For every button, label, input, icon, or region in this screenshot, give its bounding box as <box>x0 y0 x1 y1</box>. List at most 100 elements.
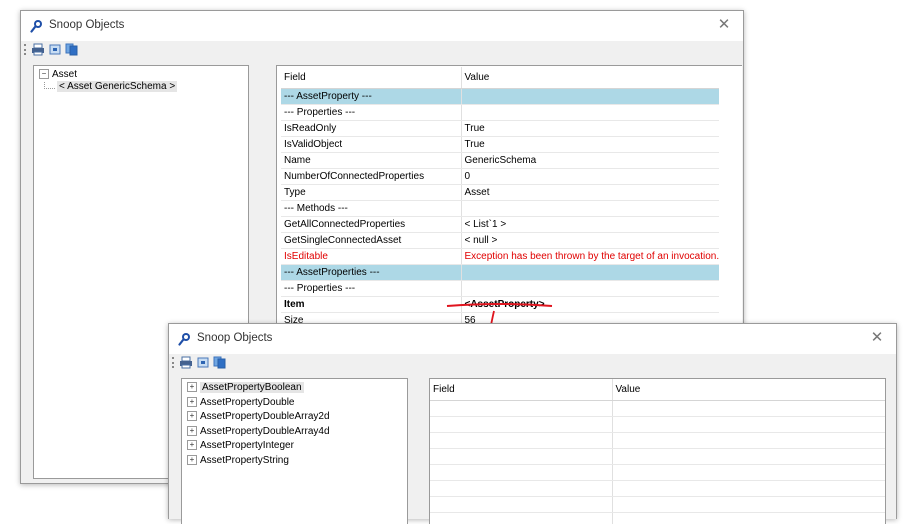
table-row[interactable]: --- Properties --- <box>281 105 719 121</box>
empty-table-row <box>430 481 885 497</box>
object-tree[interactable]: +AssetPropertyBoolean+AssetPropertyDoubl… <box>181 378 408 524</box>
snoop-app-icon <box>30 19 44 33</box>
field-cell: IsReadOnly <box>281 121 461 137</box>
field-cell <box>430 497 612 513</box>
field-cell <box>430 433 612 449</box>
value-cell: True <box>461 137 719 153</box>
toolbar <box>169 354 896 372</box>
tree-node-label: AssetPropertyDouble <box>200 397 295 408</box>
empty-table-row <box>430 433 885 449</box>
value-cell <box>612 433 885 449</box>
tree-node[interactable]: +AssetPropertyDoubleArray2d <box>187 411 330 423</box>
field-cell: --- Methods --- <box>281 201 461 217</box>
window-title: Snoop Objects <box>49 19 124 31</box>
value-cell <box>612 481 885 497</box>
empty-table-row <box>430 465 885 481</box>
field-cell: --- Properties --- <box>281 105 461 121</box>
field-cell <box>430 417 612 433</box>
field-cell: Name <box>281 153 461 169</box>
table-row[interactable]: --- Properties --- <box>281 281 719 297</box>
tree-node[interactable]: +AssetPropertyBoolean <box>187 382 304 394</box>
field-cell: GetAllConnectedProperties <box>281 217 461 233</box>
value-column-header[interactable]: Value <box>461 67 719 89</box>
grid-header-row: Field Value <box>430 379 885 401</box>
table-row[interactable]: IsValidObjectTrue <box>281 137 719 153</box>
field-cell: --- AssetProperty --- <box>281 89 461 105</box>
table-row[interactable]: --- AssetProperties --- <box>281 265 719 281</box>
title-bar[interactable]: Snoop Objects ✕ <box>21 11 743 41</box>
tree-node-label: AssetPropertyInteger <box>200 440 294 451</box>
value-column-header[interactable]: Value <box>612 379 885 401</box>
table-row[interactable]: IsReadOnlyTrue <box>281 121 719 137</box>
tree-node[interactable]: +AssetPropertyInteger <box>187 440 294 452</box>
collapse-toggle[interactable]: − <box>39 69 49 79</box>
value-cell <box>612 497 885 513</box>
table-row[interactable]: --- AssetProperty --- <box>281 89 719 105</box>
table-row[interactable]: TypeAsset <box>281 185 719 201</box>
print-preview-icon[interactable] <box>48 43 62 56</box>
tree-node-label: AssetPropertyDoubleArray4d <box>200 426 330 437</box>
copy-icon[interactable] <box>213 356 227 369</box>
tree-node-label: AssetPropertyDoubleArray2d <box>200 411 330 422</box>
field-cell: --- AssetProperties --- <box>281 265 461 281</box>
table-row[interactable]: NameGenericSchema <box>281 153 719 169</box>
property-table: Field Value <box>430 379 885 524</box>
value-cell <box>612 401 885 417</box>
print-preview-icon[interactable] <box>196 356 210 369</box>
tree-node[interactable]: +AssetPropertyDouble <box>187 397 295 409</box>
value-cell <box>612 417 885 433</box>
expand-toggle[interactable]: + <box>187 397 197 407</box>
value-cell: True <box>461 121 719 137</box>
tree-node[interactable]: +AssetPropertyString <box>187 455 289 467</box>
value-cell <box>612 449 885 465</box>
value-cell: 0 <box>461 169 719 185</box>
title-bar[interactable]: Snoop Objects ✕ <box>169 324 896 354</box>
field-cell: GetSingleConnectedAsset <box>281 233 461 249</box>
field-cell: Type <box>281 185 461 201</box>
tree-node[interactable]: +AssetPropertyDoubleArray4d <box>187 426 330 438</box>
expand-toggle[interactable]: + <box>187 411 197 421</box>
value-cell <box>461 201 719 217</box>
empty-table-row <box>430 449 885 465</box>
print-icon[interactable] <box>179 356 193 369</box>
tree-node-asset[interactable]: −Asset <box>39 69 77 81</box>
tree-node-label: Asset <box>52 69 77 80</box>
property-grid[interactable]: Field Value <box>429 378 886 524</box>
expand-toggle[interactable]: + <box>187 455 197 465</box>
empty-table-row <box>430 513 885 524</box>
table-row[interactable]: NumberOfConnectedProperties0 <box>281 169 719 185</box>
value-cell <box>461 265 719 281</box>
table-row[interactable]: GetSingleConnectedAsset< null > <box>281 233 719 249</box>
toolbar-grip[interactable] <box>24 44 28 55</box>
close-button[interactable]: ✕ <box>713 14 735 36</box>
expand-toggle[interactable]: + <box>187 440 197 450</box>
field-cell: Item <box>281 297 461 313</box>
field-cell: IsValidObject <box>281 137 461 153</box>
close-button[interactable]: ✕ <box>866 327 888 349</box>
tree-node-generic-schema[interactable]: < Asset GenericSchema > <box>57 81 177 93</box>
table-row[interactable]: GetAllConnectedProperties< List`1 > <box>281 217 719 233</box>
window-title: Snoop Objects <box>197 332 272 344</box>
tree-node-label: AssetPropertyBoolean <box>200 382 304 393</box>
copy-icon[interactable] <box>65 43 79 56</box>
value-cell <box>612 465 885 481</box>
grid-header-row: Field Value <box>281 67 719 89</box>
field-cell <box>430 513 612 524</box>
field-column-header[interactable]: Field <box>430 379 612 401</box>
field-cell: IsEditable <box>281 249 461 265</box>
value-cell: < null > <box>461 233 719 249</box>
field-cell <box>430 465 612 481</box>
toolbar-grip[interactable] <box>172 357 176 368</box>
value-cell <box>461 281 719 297</box>
expand-toggle[interactable]: + <box>187 382 197 392</box>
field-cell: NumberOfConnectedProperties <box>281 169 461 185</box>
print-icon[interactable] <box>31 43 45 56</box>
toolbar <box>21 41 743 59</box>
tree-node-label: < Asset GenericSchema > <box>57 81 177 92</box>
field-column-header[interactable]: Field <box>281 67 461 89</box>
table-row[interactable]: Item<AssetProperty> <box>281 297 719 313</box>
table-row[interactable]: --- Methods --- <box>281 201 719 217</box>
snoop-app-icon <box>178 332 192 346</box>
expand-toggle[interactable]: + <box>187 426 197 436</box>
table-row[interactable]: IsEditableException has been thrown by t… <box>281 249 719 265</box>
